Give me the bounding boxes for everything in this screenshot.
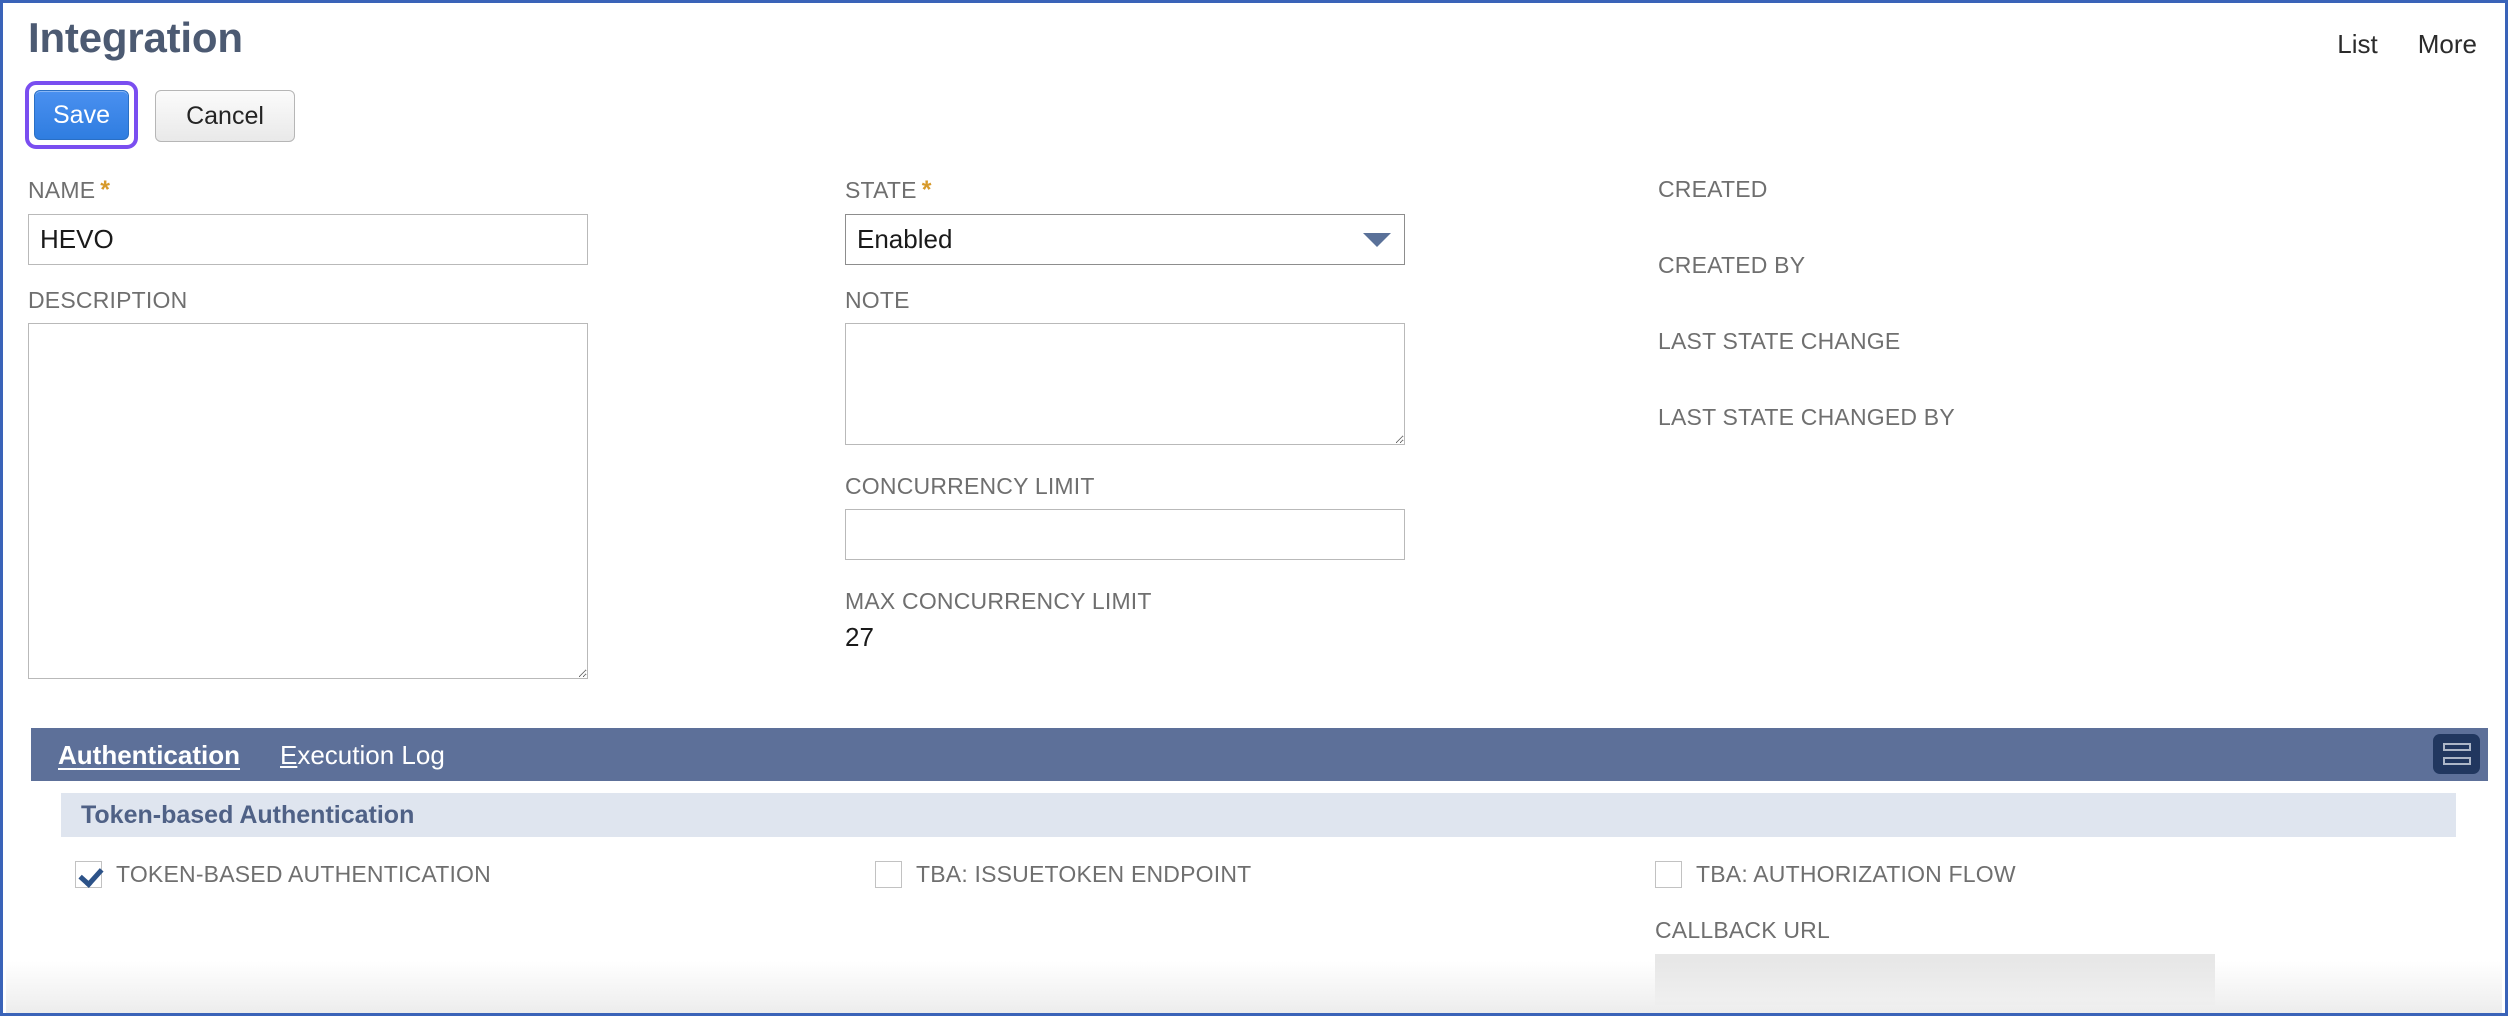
tba-issuetoken-endpoint-label[interactable]: TBA: ISSUETOKEN ENDPOINT bbox=[916, 863, 1251, 886]
tab-authentication[interactable]: Authentication bbox=[58, 742, 240, 768]
save-button-focus-ring: Save bbox=[25, 81, 138, 149]
cancel-button[interactable]: Cancel bbox=[155, 90, 295, 142]
max-concurrency-limit-value: 27 bbox=[845, 622, 874, 652]
tab-execution-log-label: xecution Log bbox=[297, 739, 445, 770]
description-textarea[interactable] bbox=[28, 323, 588, 679]
stacked-list-bar bbox=[2442, 757, 2471, 765]
save-button[interactable]: Save bbox=[34, 90, 129, 140]
integration-record-page: Integration List More Save Cancel NAME * … bbox=[0, 0, 2508, 1016]
section-title: Token-based Authentication bbox=[81, 800, 415, 829]
auth-column-middle: TBA: ISSUETOKEN ENDPOINT bbox=[875, 861, 1251, 888]
tab-list: Authentication Execution Log bbox=[58, 728, 445, 781]
more-link[interactable]: More bbox=[2418, 31, 2477, 57]
last-state-changed-by-field: LAST STATE CHANGED BY bbox=[1658, 406, 2358, 429]
tba-authorization-flow-row: TBA: AUTHORIZATION FLOW bbox=[1655, 861, 2215, 888]
name-label: NAME * bbox=[28, 176, 111, 204]
list-link[interactable]: List bbox=[2337, 31, 2377, 57]
created-by-label: CREATED BY bbox=[1658, 252, 1806, 278]
page-header: Integration List More Save Cancel bbox=[3, 3, 2505, 163]
form-column-left: NAME* DESCRIPTION bbox=[28, 178, 613, 679]
tba-authorization-flow-label[interactable]: TBA: AUTHORIZATION FLOW bbox=[1696, 863, 2016, 886]
section-header-token-based-authentication: Token-based Authentication bbox=[61, 793, 2456, 837]
created-field: CREATED bbox=[1658, 178, 2358, 201]
name-input[interactable] bbox=[28, 214, 588, 265]
max-concurrency-limit-field: MAX CONCURRENCY LIMIT 27 bbox=[845, 588, 1430, 652]
stacked-list-icon[interactable] bbox=[2433, 734, 2480, 774]
tab-execution-log-accel: E bbox=[280, 739, 298, 770]
callback-url-input[interactable] bbox=[1655, 954, 2215, 1005]
state-select[interactable]: Enabled bbox=[845, 214, 1405, 265]
token-based-authentication-label[interactable]: TOKEN-BASED AUTHENTICATION bbox=[116, 863, 491, 886]
tba-authorization-flow-checkbox[interactable] bbox=[1655, 861, 1682, 888]
state-label: STATE * bbox=[845, 176, 932, 204]
form-column-right: CREATED CREATED BY LAST STATE CHANGE LAS… bbox=[1658, 178, 2358, 440]
name-field: NAME * bbox=[28, 178, 613, 265]
header-links: List More bbox=[2337, 31, 2477, 57]
tab-authentication-label: uthentication bbox=[76, 739, 240, 770]
action-button-row: Save Cancel bbox=[25, 81, 295, 149]
last-state-change-label: LAST STATE CHANGE bbox=[1658, 328, 1901, 354]
tab-execution-log[interactable]: Execution Log bbox=[280, 742, 445, 768]
page-title: Integration bbox=[28, 14, 243, 61]
note-field: NOTE bbox=[845, 289, 1430, 445]
state-select-wrapper: Enabled bbox=[845, 214, 1405, 265]
note-label: NOTE bbox=[845, 287, 910, 313]
concurrency-limit-label: CONCURRENCY LIMIT bbox=[845, 473, 1095, 499]
state-field: STATE * Enabled bbox=[845, 178, 1430, 265]
auth-column-right: TBA: AUTHORIZATION FLOW CALLBACK URL bbox=[1655, 861, 2215, 1005]
concurrency-limit-field: CONCURRENCY LIMIT bbox=[845, 475, 1430, 560]
token-based-authentication-row: TOKEN-BASED AUTHENTICATION bbox=[75, 861, 491, 888]
token-based-authentication-checkbox[interactable] bbox=[75, 861, 102, 888]
tab-authentication-accel: A bbox=[58, 739, 77, 770]
required-marker: * bbox=[100, 176, 111, 204]
description-label: DESCRIPTION bbox=[28, 287, 188, 313]
tba-issuetoken-endpoint-row: TBA: ISSUETOKEN ENDPOINT bbox=[875, 861, 1251, 888]
last-state-changed-by-label: LAST STATE CHANGED BY bbox=[1658, 404, 1955, 430]
created-by-field: CREATED BY bbox=[1658, 254, 2358, 277]
tab-strip: Authentication Execution Log bbox=[31, 728, 2488, 794]
form-column-middle: STATE * Enabled NOTE CONCURRENCY LIMIT MA… bbox=[845, 178, 1430, 650]
callback-url-label: CALLBACK URL bbox=[1655, 917, 1830, 943]
last-state-change-field: LAST STATE CHANGE bbox=[1658, 330, 2358, 353]
stacked-list-bar bbox=[2442, 743, 2471, 751]
description-field: DESCRIPTION bbox=[28, 289, 613, 679]
max-concurrency-limit-label: MAX CONCURRENCY LIMIT bbox=[845, 588, 1152, 614]
auth-column-left: TOKEN-BASED AUTHENTICATION bbox=[75, 861, 491, 888]
note-textarea[interactable] bbox=[845, 323, 1405, 445]
concurrency-limit-input[interactable] bbox=[845, 509, 1405, 560]
created-label: CREATED bbox=[1658, 176, 1768, 202]
callback-url-field: CALLBACK URL bbox=[1655, 919, 2215, 1005]
required-marker: * bbox=[921, 176, 932, 204]
tba-issuetoken-endpoint-checkbox[interactable] bbox=[875, 861, 902, 888]
